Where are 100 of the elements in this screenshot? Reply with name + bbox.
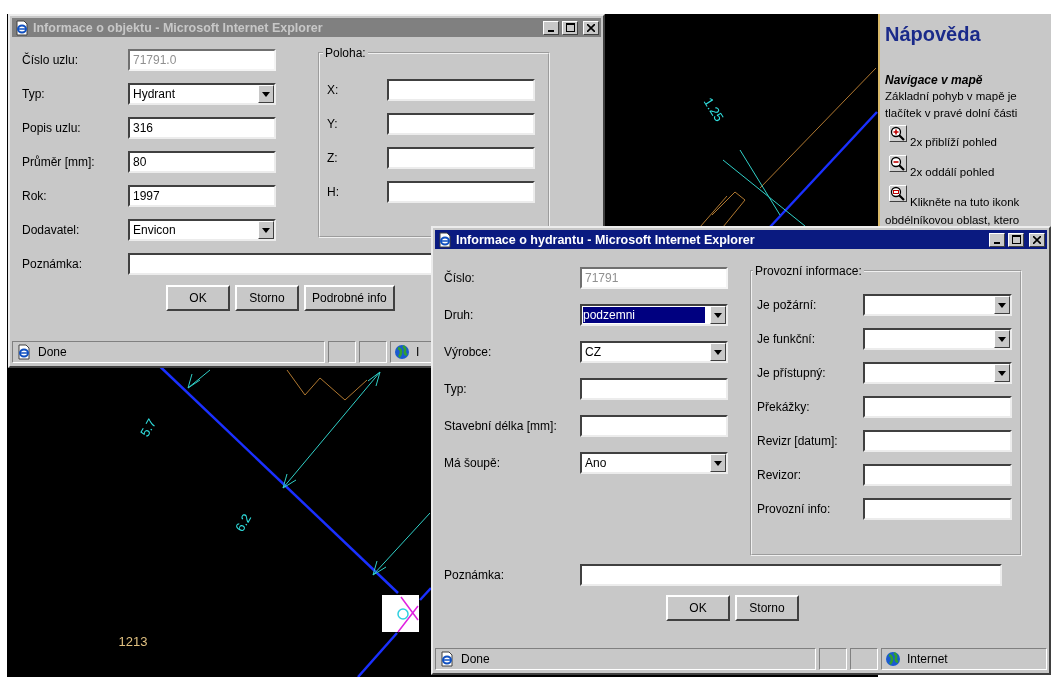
text-field[interactable] xyxy=(387,113,535,135)
help-text: 2x přiblíží pohled xyxy=(910,135,997,150)
pipe-line xyxy=(419,587,432,601)
status-text: Done xyxy=(461,652,490,666)
window-title: Informace o hydrantu - Microsoft Internet Explorer xyxy=(456,232,756,247)
hydrant-symbol-icon xyxy=(382,595,419,633)
map-label: 5.7 xyxy=(137,416,160,440)
field-label: Typ: xyxy=(444,382,468,396)
maximize-button[interactable] xyxy=(562,20,578,35)
select-field[interactable] xyxy=(863,362,1012,384)
field-label: Průměr [mm]: xyxy=(22,155,96,169)
dimension-arrow xyxy=(372,512,431,576)
minimize-icon xyxy=(548,29,554,32)
select-field[interactable]: Hydrant xyxy=(128,83,276,105)
status-panel xyxy=(819,648,847,670)
select-field[interactable]: podzemni xyxy=(580,304,728,326)
group-label: Poloha: xyxy=(324,46,367,60)
dialog-button[interactable]: Storno xyxy=(235,285,299,311)
close-icon xyxy=(1033,235,1041,244)
field-label: Číslo uzlu: xyxy=(22,53,80,67)
maximize-icon xyxy=(565,23,575,32)
field-label: Typ: xyxy=(22,87,46,101)
map-label: 1213 xyxy=(118,634,148,649)
dimension-arrow xyxy=(187,369,211,389)
text-field[interactable] xyxy=(863,498,1012,520)
minimize-button[interactable] xyxy=(989,232,1005,247)
field-label: Je požární: xyxy=(757,298,818,312)
zoom-in-icon xyxy=(889,125,907,142)
field-label: Poznámka: xyxy=(22,257,84,271)
field-label: Číslo: xyxy=(444,271,476,285)
group-label: Provozní informace: xyxy=(754,264,863,278)
minimize-button[interactable] xyxy=(543,20,559,35)
field-label: X: xyxy=(327,83,340,97)
maximize-icon xyxy=(1011,235,1021,244)
field-label: Poznámka: xyxy=(444,568,506,582)
field-label: Má šoupě: xyxy=(444,456,502,470)
text-field[interactable] xyxy=(863,396,1012,418)
field-label: Y: xyxy=(327,117,339,131)
field-label: Je funkční: xyxy=(757,332,817,346)
select-field[interactable]: Ano xyxy=(580,452,728,474)
help-text: 2x oddálí pohled xyxy=(910,165,995,180)
status-panel xyxy=(328,341,356,363)
zoom-out-icon xyxy=(889,155,907,172)
status-text: Done xyxy=(38,345,67,359)
field-label: Revizor: xyxy=(757,468,802,482)
dialog-button[interactable]: OK xyxy=(666,595,730,621)
minimize-icon xyxy=(994,241,1000,244)
dialog-button[interactable]: Podrobné info xyxy=(304,285,395,311)
text-field[interactable]: 316 xyxy=(128,117,276,139)
text-field[interactable] xyxy=(387,79,535,101)
text-field[interactable]: 80 xyxy=(128,151,276,173)
field-label: Popis uzlu: xyxy=(22,121,82,135)
text-field[interactable] xyxy=(387,147,535,169)
text-field[interactable] xyxy=(863,430,1012,452)
status-zone: Internet xyxy=(907,652,948,666)
page-icon xyxy=(14,19,30,36)
field-label: Výrobce: xyxy=(444,345,493,359)
field-label: H: xyxy=(327,185,340,199)
help-text: tlačítek v pravé dolní části xyxy=(885,106,1018,121)
help-text: obdélníkovou oblast, ktero xyxy=(885,213,1020,228)
text-field[interactable] xyxy=(580,415,728,437)
help-text: Základní pohyb v mapě je xyxy=(885,89,1017,104)
status-panel xyxy=(850,648,878,670)
text-field[interactable]: 1997 xyxy=(128,185,276,207)
help-title: Nápověda xyxy=(885,22,981,46)
zoom-box-icon xyxy=(889,185,907,202)
page-icon xyxy=(16,344,32,360)
select-field[interactable]: Envicon xyxy=(128,219,276,241)
field-label: Překážky: xyxy=(757,400,811,414)
status-panel xyxy=(359,341,387,363)
field-label: Revizr [datum]: xyxy=(757,434,839,448)
select-field[interactable]: CZ xyxy=(580,341,728,363)
field-label: Je přístupný: xyxy=(757,366,827,380)
page-icon xyxy=(439,651,455,667)
dialog-button[interactable]: Storno xyxy=(735,595,799,621)
status-zone: I xyxy=(416,345,420,359)
field-label: Provozní info: xyxy=(757,502,832,516)
field-label: Rok: xyxy=(22,189,48,203)
maximize-button[interactable] xyxy=(1008,232,1024,247)
select-field[interactable] xyxy=(863,328,1012,350)
field-label: Druh: xyxy=(444,308,475,322)
text-field[interactable] xyxy=(387,181,535,203)
close-button[interactable] xyxy=(1029,232,1045,247)
close-button[interactable] xyxy=(583,20,599,35)
page-icon xyxy=(437,231,453,248)
globe-icon xyxy=(394,344,410,360)
text-field[interactable] xyxy=(580,564,1002,586)
help-text: Klikněte na tuto ikonk xyxy=(910,195,1020,210)
window-title: Informace o objektu - Microsoft Internet Explorer xyxy=(33,20,324,35)
close-icon xyxy=(587,23,595,32)
map-label: 6.2 xyxy=(232,511,255,535)
field-label: Z: xyxy=(327,151,339,165)
field-label: Dodavatel: xyxy=(22,223,81,237)
text-field[interactable] xyxy=(580,378,728,400)
globe-icon xyxy=(885,651,901,667)
text-field[interactable] xyxy=(863,464,1012,486)
help-heading: Navigace v mapě xyxy=(885,72,983,88)
select-field[interactable] xyxy=(863,294,1012,316)
pipe-line xyxy=(357,632,398,677)
dialog-button[interactable]: OK xyxy=(166,285,230,311)
